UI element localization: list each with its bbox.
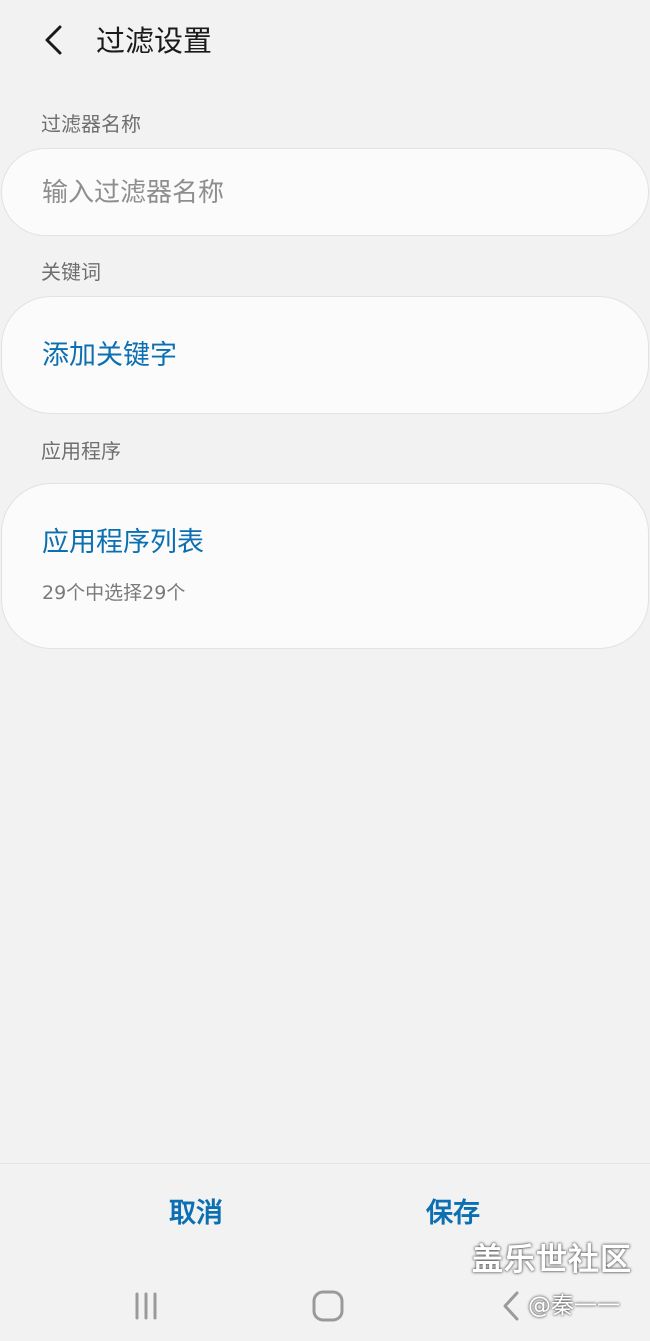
save-button[interactable]: 保存 xyxy=(383,1190,523,1238)
filter-name-card xyxy=(1,148,649,236)
app-list-card[interactable]: 应用程序列表 29个中选择29个 xyxy=(1,483,649,649)
watermark-brand: 盖乐世社区 xyxy=(472,1242,632,1278)
apps-label: 应用程序 xyxy=(41,439,121,463)
home-icon xyxy=(312,1290,344,1322)
keywords-label: 关键词 xyxy=(41,260,101,284)
nav-back-button[interactable] xyxy=(489,1284,533,1328)
add-keyword-card[interactable]: 添加关键字 xyxy=(1,296,649,414)
back-icon xyxy=(503,1291,519,1321)
app-list-title[interactable]: 应用程序列表 xyxy=(42,524,204,562)
chevron-left-icon xyxy=(45,25,62,55)
back-button[interactable] xyxy=(32,18,76,62)
cancel-button[interactable]: 取消 xyxy=(126,1190,266,1238)
filter-name-input[interactable] xyxy=(42,171,602,215)
nav-home-button[interactable] xyxy=(306,1284,350,1328)
page-title: 过滤设置 xyxy=(96,24,213,58)
filter-name-label: 过滤器名称 xyxy=(41,112,141,136)
recents-icon xyxy=(135,1292,157,1320)
app-selection-summary: 29个中选择29个 xyxy=(42,582,186,604)
nav-recents-button[interactable] xyxy=(124,1284,168,1328)
bottom-divider xyxy=(0,1163,650,1164)
add-keyword-link[interactable]: 添加关键字 xyxy=(42,337,177,375)
app-header: 过滤设置 xyxy=(0,0,650,84)
watermark-user: @秦一一 xyxy=(528,1293,620,1319)
